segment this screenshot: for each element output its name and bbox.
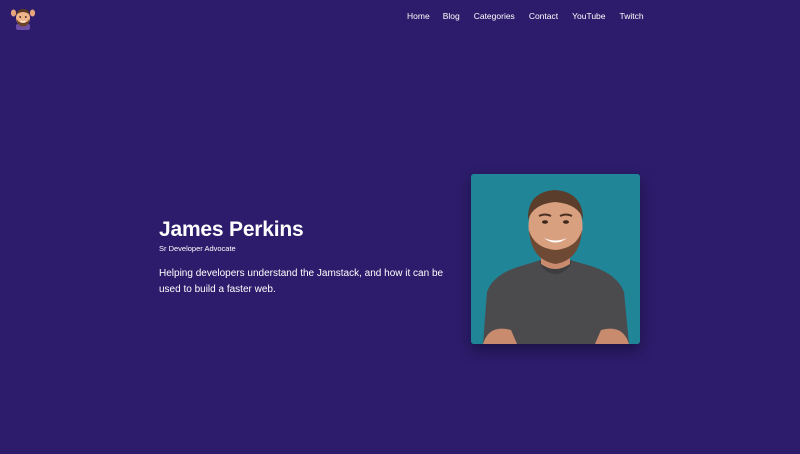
hero-tagline: Helping developers understand the Jamsta… (159, 268, 444, 295)
nav-youtube-link[interactable]: YouTube (572, 11, 605, 21)
nav-home-link[interactable]: Home (407, 11, 430, 21)
hero-role: Sr Developer Advocate (159, 244, 236, 253)
hero-name: James Perkins (159, 218, 304, 241)
nav-twitch-link[interactable]: Twitch (620, 11, 644, 21)
hero-intro: James Perkins Sr Developer Advocate Help… (159, 216, 459, 298)
site-header: Home Blog Categories Contact YouTube Twi… (0, 0, 800, 34)
page: Home Blog Categories Contact YouTube Twi… (0, 0, 800, 454)
nav-contact-link[interactable]: Contact (529, 11, 558, 21)
main-nav: Home Blog Categories Contact YouTube Twi… (407, 11, 644, 21)
profile-photo-icon (471, 174, 640, 344)
memoji-avatar-icon (10, 9, 36, 30)
nav-blog-link[interactable]: Blog (443, 11, 460, 21)
nav-categories-link[interactable]: Categories (474, 11, 515, 21)
logo-link[interactable] (10, 6, 36, 30)
profile-photo (471, 174, 640, 344)
